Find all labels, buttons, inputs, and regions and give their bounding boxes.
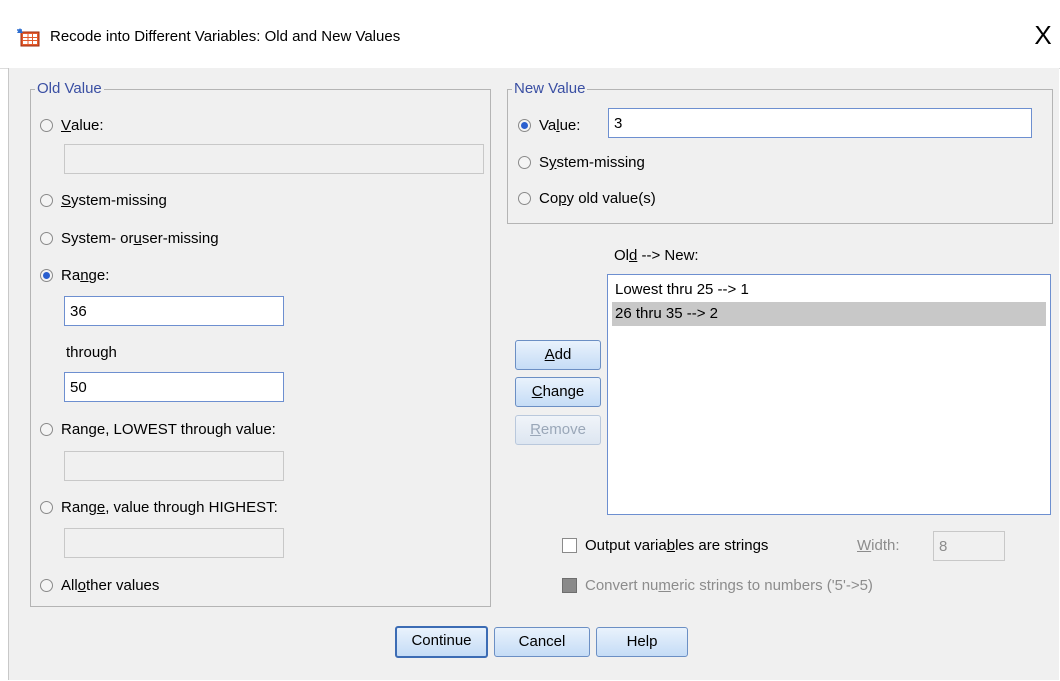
convert-numeric-checkbox[interactable]: Convert nu m eric strings to numbers ('5'-… [562,577,873,594]
through-label: through [66,344,117,361]
range-highest-field[interactable] [64,528,284,558]
radio-indicator [40,232,53,245]
old-new-list[interactable]: Lowest thru 25 --> 1 26 thru 35 --> 2 [607,274,1051,515]
old-value-legend: Old Value [35,80,104,97]
change-button[interactable]: Change [515,377,601,407]
old-system-or-user-missing-radio[interactable]: System- or u ser-missing [40,230,219,247]
new-value-legend: New Value [512,80,588,97]
old-range-radio[interactable]: Ra n ge: [40,267,109,284]
continue-button[interactable]: Continue [395,626,488,658]
checkbox-indicator [562,578,577,593]
radio-indicator [40,501,53,514]
dialog-window: Recode into Different Variables: Old and… [0,0,1060,681]
close-icon[interactable]: X [1030,21,1056,49]
radio-indicator [40,194,53,207]
dialog-body: Old Value Value: System-missing System- … [8,68,1059,680]
new-value-input[interactable]: 3 [608,108,1032,138]
recode-icon [17,28,40,47]
list-item[interactable]: 26 thru 35 --> 2 [612,302,1046,326]
old-range-lowest-radio[interactable]: Range, LOWEST through value: [40,421,276,438]
old-all-other-radio[interactable]: All o ther values [40,577,159,594]
radio-indicator [518,156,531,169]
radio-indicator [518,192,531,205]
title-bar[interactable]: Recode into Different Variables: Old and… [0,0,1060,69]
help-button[interactable]: Help [596,627,688,657]
radio-indicator [40,119,53,132]
radio-indicator [518,119,531,132]
range-lowest-field[interactable] [64,451,284,481]
window-title: Recode into Different Variables: Old and… [50,28,401,45]
width-input[interactable]: 8 [933,531,1005,561]
new-system-missing-radio[interactable]: Sy stem-missing [518,154,645,171]
remove-button[interactable]: Remove [515,415,601,445]
list-item[interactable]: Lowest thru 25 --> 1 [612,278,1046,302]
old-system-missing-radio[interactable]: System-missing [40,192,167,209]
new-copy-old-radio[interactable]: Co p y old value(s) [518,190,656,207]
old-value-field[interactable] [64,144,484,174]
add-button[interactable]: Add [515,340,601,370]
radio-indicator [40,579,53,592]
radio-indicator [40,269,53,282]
radio-indicator [40,423,53,436]
range-to-input[interactable]: 50 [64,372,284,402]
cancel-button[interactable]: Cancel [494,627,590,657]
range-from-input[interactable]: 36 [64,296,284,326]
checkbox-indicator [562,538,577,553]
new-value-radio[interactable]: Va l ue: [518,117,580,134]
old-value-value-radio[interactable]: Value: [40,117,104,134]
old-range-highest-radio[interactable]: Rang e, value through HIGHEST: [40,499,278,516]
output-strings-checkbox[interactable]: Output varia b les are strings [562,537,768,554]
width-label: Width: [857,537,900,554]
old-new-label: Old --> New: [614,247,699,264]
